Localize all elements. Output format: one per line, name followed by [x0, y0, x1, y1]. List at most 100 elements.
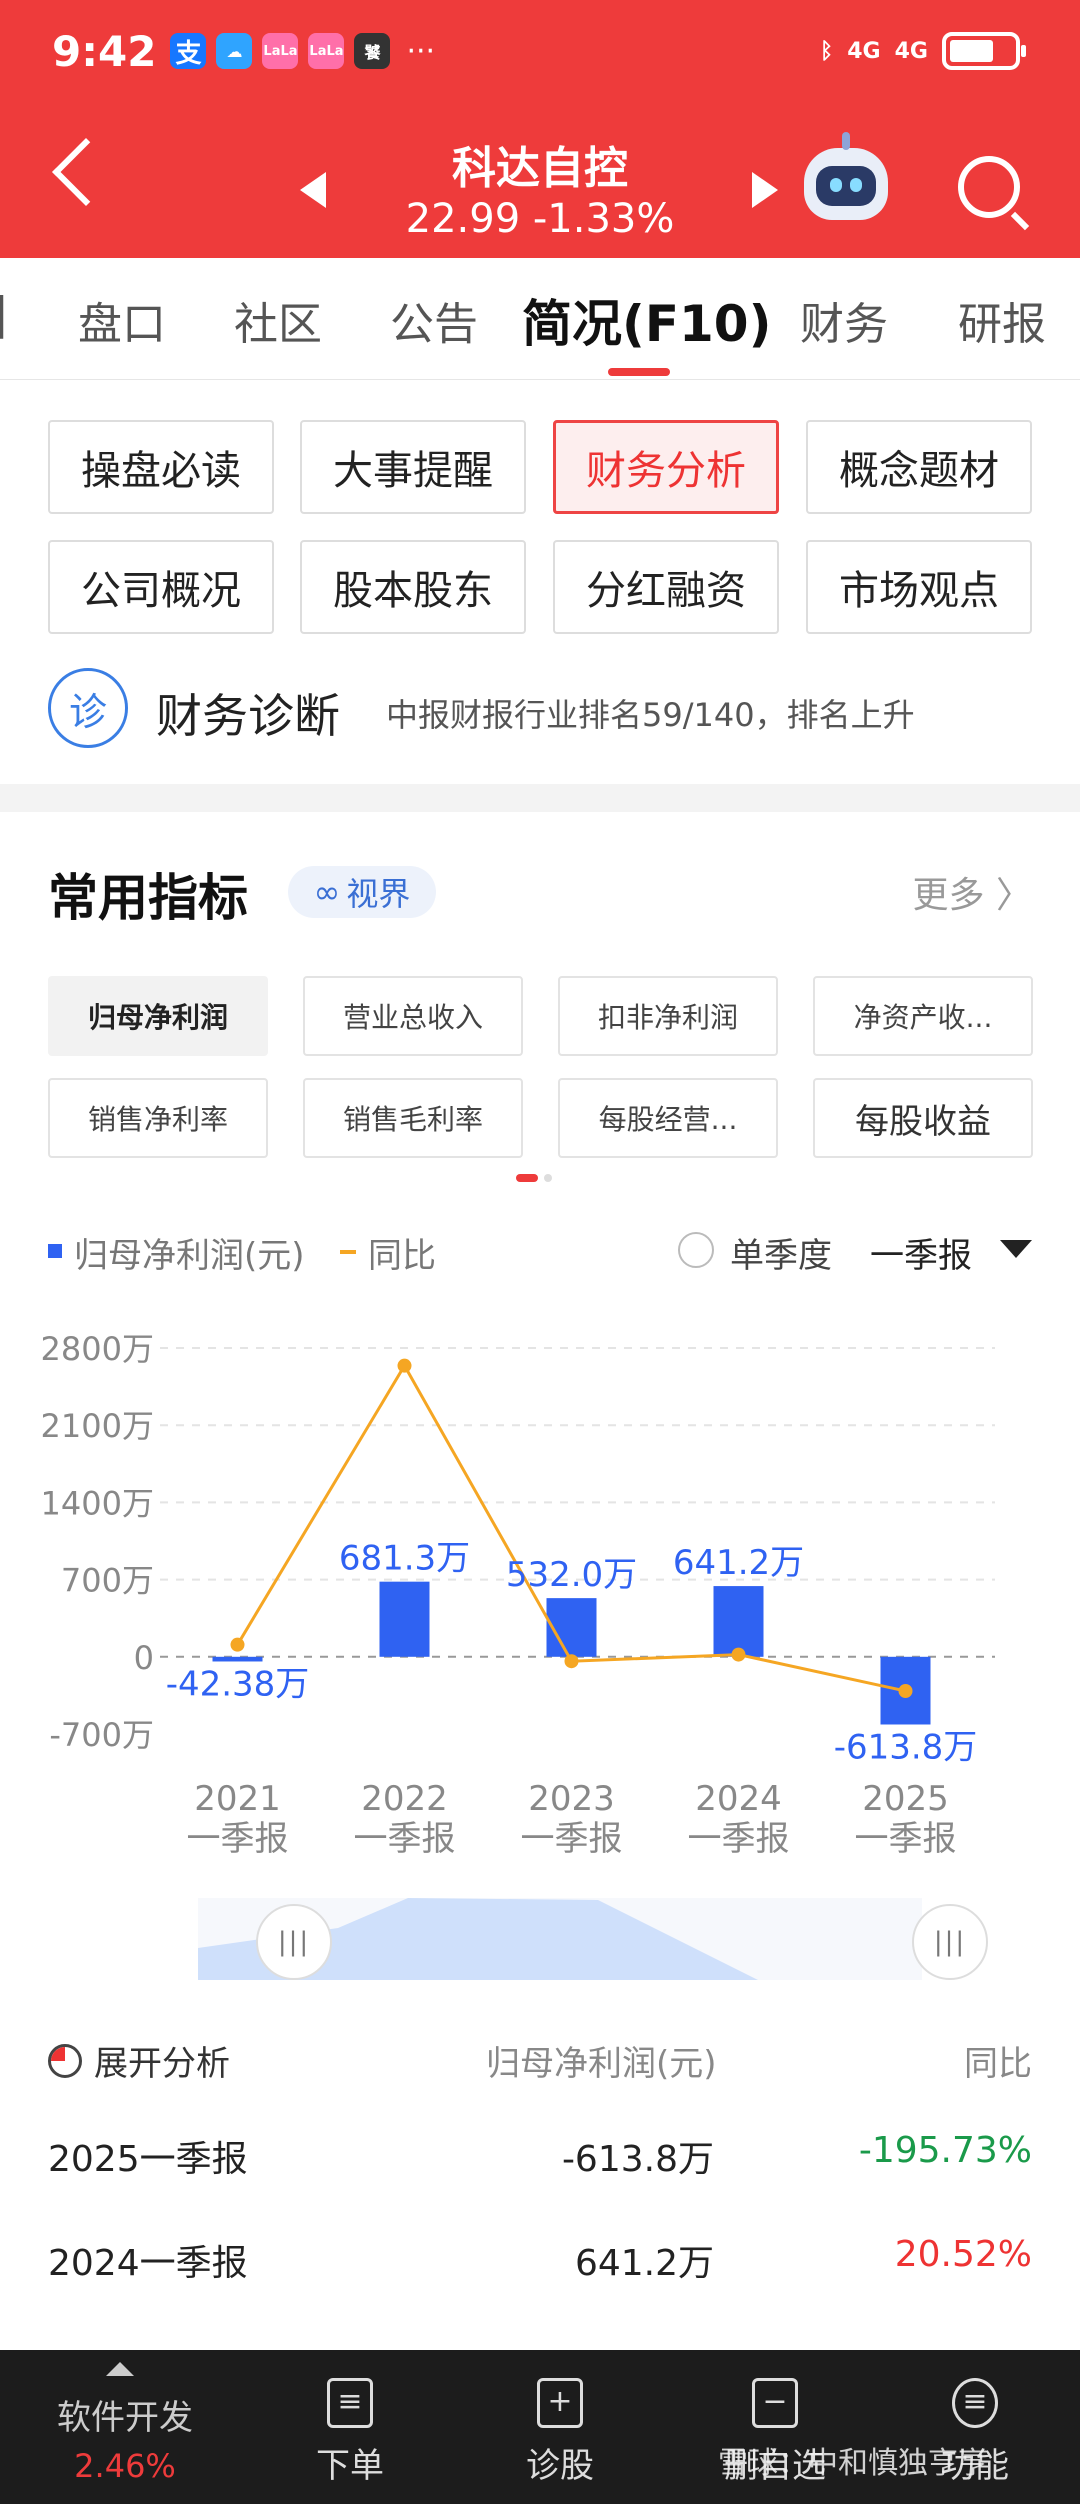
industry-change: 2.46%: [74, 2447, 176, 2485]
bar-data-label: 532.0万: [506, 1555, 637, 1595]
status-time: 9:42: [52, 26, 157, 76]
yoy-header: 同比: [964, 2044, 1032, 2084]
metric-deducted-profit[interactable]: 扣非净利润: [558, 976, 778, 1056]
expand-up-icon: [106, 2362, 134, 2376]
diagnosis-text: 中报财报行业排名59/140，排名上升: [386, 696, 915, 734]
period-select[interactable]: 一季报: [870, 1228, 972, 1277]
yoy-point: [731, 1647, 746, 1662]
tab-f10[interactable]: 简况(F10): [522, 284, 771, 356]
tab-community[interactable]: 社区: [234, 288, 322, 352]
metric-roe[interactable]: 净资产收...: [813, 976, 1033, 1056]
legend-net-profit: 归母净利润(元): [74, 1236, 305, 1276]
range-handle-left[interactable]: |||: [256, 1904, 332, 1980]
dropdown-icon[interactable]: [1000, 1240, 1032, 1258]
tab-pankou[interactable]: 盘口: [78, 288, 166, 352]
range-slider[interactable]: ||| |||: [130, 1898, 990, 1980]
single-quarter-radio[interactable]: [678, 1232, 714, 1268]
y-tick-label: 1400万: [41, 1484, 154, 1522]
x-tick-year: 2024: [695, 1779, 782, 1819]
menu-events[interactable]: 大事提醒: [300, 420, 526, 514]
more-notifications-icon: ···: [406, 33, 436, 69]
row-period: 2024一季报: [48, 2243, 248, 2284]
prev-stock-icon[interactable]: [300, 172, 326, 208]
metric-eps[interactable]: 每股收益: [813, 1078, 1033, 1158]
x-tick-period: 一季报: [187, 1819, 289, 1859]
bar-data-label: -613.8万: [834, 1727, 978, 1767]
bar: [212, 1656, 263, 1662]
y-tick-label: 2100万: [41, 1407, 154, 1445]
diagnose-button[interactable]: + 诊股: [500, 2350, 620, 2504]
tab-finance[interactable]: 财务: [800, 288, 888, 352]
line-legend-swatch: [340, 1250, 356, 1254]
range-handle-right[interactable]: |||: [912, 1904, 988, 1980]
x-tick-period: 一季报: [688, 1819, 790, 1859]
diagnose-label: 诊股: [526, 2446, 594, 2486]
diagnosis-title: 财务诊断: [156, 689, 340, 743]
diagnosis-icon: 诊: [48, 668, 128, 748]
functions-icon: ≡: [952, 2378, 998, 2428]
bluetooth-icon: ᛒ: [820, 38, 834, 64]
x-tick-year: 2022: [361, 1779, 448, 1819]
tab-research[interactable]: 研报: [958, 288, 1046, 352]
industry-ticker[interactable]: 软件开发 2.46%: [0, 2350, 250, 2504]
search-icon[interactable]: [958, 156, 1020, 218]
bar: [713, 1586, 764, 1657]
yoy-point: [397, 1358, 412, 1373]
metric-net-margin[interactable]: 销售净利率: [48, 1078, 268, 1158]
financial-diagnosis[interactable]: 诊 财务诊断 中报财报行业排名59/140，排名上升: [48, 668, 1032, 754]
yoy-point: [898, 1683, 913, 1698]
next-stock-icon[interactable]: [752, 172, 778, 208]
order-button[interactable]: ≡ 下单: [290, 2350, 410, 2504]
menu-concepts[interactable]: 概念题材: [806, 420, 1032, 514]
legend-yoy: 同比: [368, 1236, 436, 1276]
app-icon: 饕: [354, 33, 391, 69]
app-icon: LaLa: [308, 33, 345, 69]
assistant-robot-icon[interactable]: [804, 132, 888, 220]
industry-name: 软件开发: [57, 2398, 193, 2438]
metric-revenue[interactable]: 营业总收入: [303, 976, 523, 1056]
table-row[interactable]: 2024一季报 641.2万 20.52%: [48, 2234, 1032, 2304]
metric-net-profit[interactable]: 归母净利润: [48, 976, 268, 1056]
menu-company-overview[interactable]: 公司概况: [48, 540, 274, 634]
expand-analysis-header[interactable]: 展开分析: [94, 2036, 230, 2085]
diagnose-icon: +: [537, 2378, 583, 2428]
menu-financial-analysis[interactable]: 财务分析: [553, 420, 779, 514]
table-header: 展开分析 归母净利润(元) 同比: [48, 2030, 1032, 2090]
menu-must-read[interactable]: 操盘必读: [48, 420, 274, 514]
pie-chart-icon: [48, 2044, 82, 2078]
y-tick-label: 0: [134, 1639, 154, 1677]
table-row[interactable]: 2025一季报 -613.8万 -195.73%: [48, 2130, 1032, 2200]
yoy-point: [564, 1654, 579, 1669]
x-tick-period: 一季报: [521, 1819, 623, 1859]
tab-notices[interactable]: 公告: [390, 288, 478, 352]
x-tick-period: 一季报: [855, 1819, 957, 1859]
x-tick-period: 一季报: [354, 1819, 456, 1859]
row-yoy: 20.52%: [894, 2234, 1032, 2275]
menu-dividends[interactable]: 分红融资: [553, 540, 779, 634]
single-quarter-label[interactable]: 单季度: [730, 1228, 832, 1277]
signal-icon: 4G: [894, 38, 928, 64]
order-icon: ≡: [327, 2378, 373, 2428]
stock-title: 科达自控: [452, 143, 628, 194]
y-tick-label: 2800万: [41, 1330, 154, 1368]
metric-operating-cashflow[interactable]: 每股经营...: [558, 1078, 778, 1158]
watermark-text: 雪球：中和慎独亨亨: [718, 2446, 988, 2481]
tab-bar: | 盘口 社区 公告 简况(F10) 财务 研报: [0, 258, 1080, 380]
bar-data-label: -42.38万: [166, 1664, 310, 1704]
row-period: 2025一季报: [48, 2139, 248, 2180]
stock-price: 22.99 -1.33%: [405, 196, 675, 242]
menu-shareholders[interactable]: 股本股东: [300, 540, 526, 634]
tab-partial[interactable]: |: [0, 288, 9, 339]
more-link[interactable]: 更多 〉: [913, 866, 1032, 918]
page-indicator: [516, 1174, 552, 1182]
x-tick-year: 2021: [194, 1779, 281, 1819]
back-icon[interactable]: [52, 138, 120, 206]
vision-button[interactable]: ∞ 视界: [288, 866, 436, 918]
chart-legend: 归母净利润(元) 同比 单季度 一季报: [48, 1228, 1032, 1278]
active-tab-indicator: [608, 368, 670, 376]
yoy-point: [230, 1637, 245, 1652]
signal-icon: 4G: [847, 38, 881, 64]
menu-market-views[interactable]: 市场观点: [806, 540, 1032, 634]
metric-gross-margin[interactable]: 销售毛利率: [303, 1078, 523, 1158]
row-yoy: -195.73%: [858, 2130, 1032, 2171]
